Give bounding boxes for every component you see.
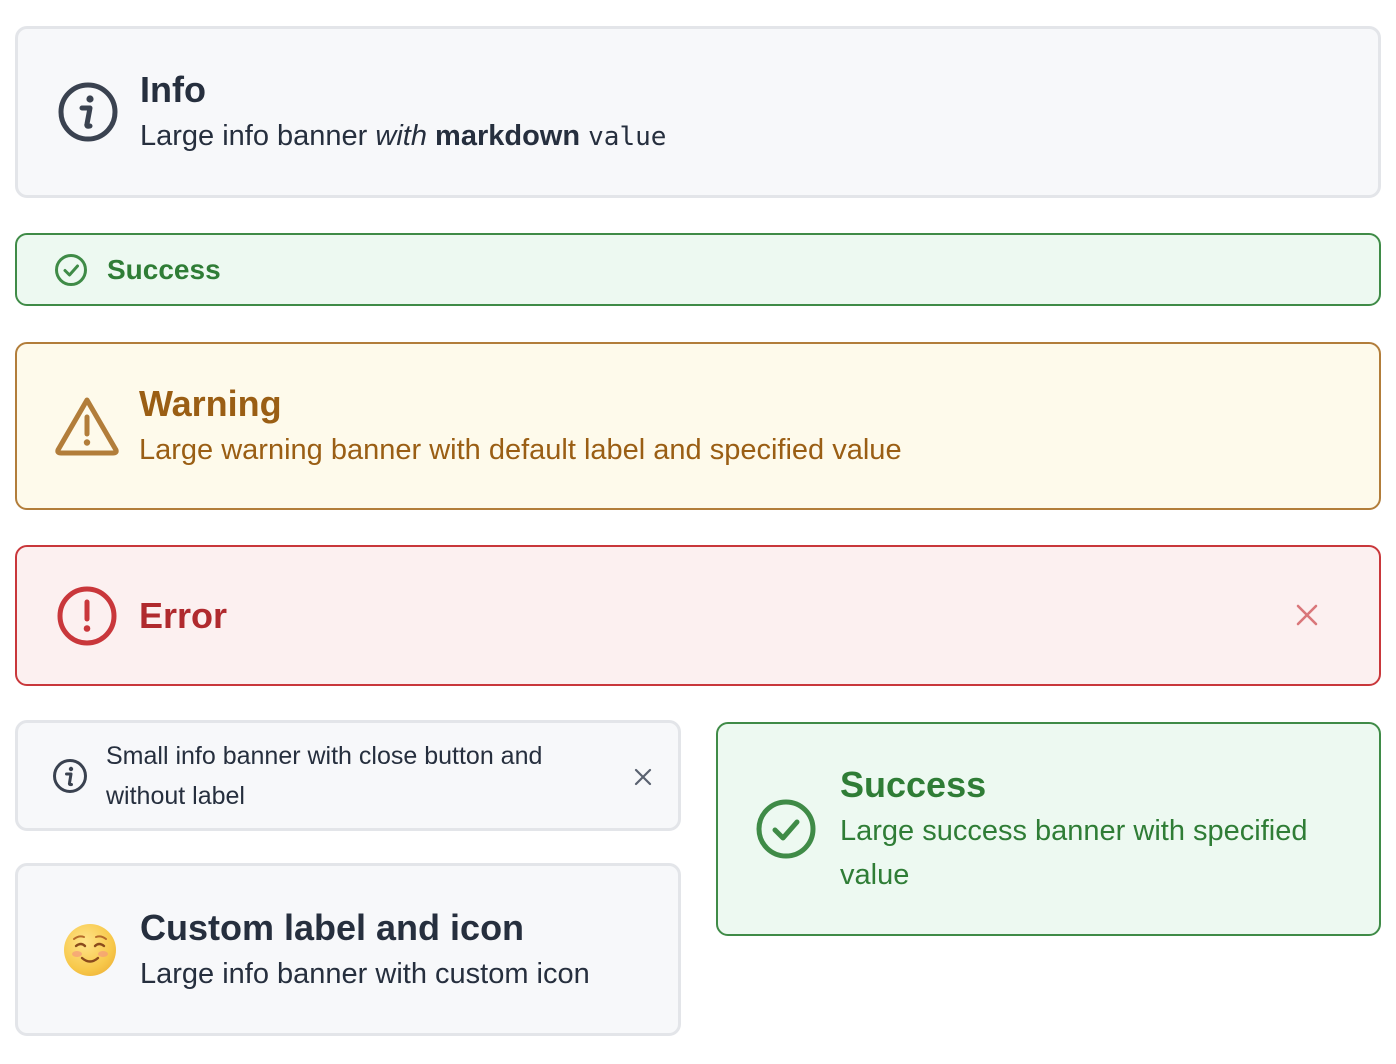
success-large-label: Success — [840, 764, 987, 805]
close-icon[interactable] — [633, 767, 653, 787]
check-circle-icon — [53, 253, 89, 287]
info-banner: Info Large info banner with markdown val… — [15, 26, 1381, 198]
success-small-label: Success — [107, 253, 221, 285]
warning-banner-label: Warning — [139, 383, 282, 424]
success-small-banner: Success — [15, 233, 1381, 306]
error-circle-icon — [55, 585, 119, 647]
warning-triangle-icon — [53, 395, 121, 457]
info-small-banner: Small info banner with close button and … — [15, 720, 681, 831]
success-large-value: Large success banner with specified valu… — [840, 815, 1308, 891]
check-circle-icon — [754, 798, 818, 860]
warning-banner-value: Large warning banner with default label … — [139, 434, 902, 466]
warning-banner: Warning Large warning banner with defaul… — [15, 342, 1381, 510]
error-banner: Error — [15, 545, 1381, 686]
info-banner-label: Info — [140, 68, 206, 110]
close-icon[interactable] — [1295, 603, 1319, 627]
custom-banner-label: Custom label and icon — [140, 906, 525, 948]
info-banner-value: Large info banner with markdown value — [140, 119, 667, 152]
info-circle-icon — [52, 758, 88, 794]
info-circle-icon — [56, 81, 120, 143]
success-large-banner: Success Large success banner with specif… — [716, 722, 1381, 936]
custom-banner-value: Large info banner with custom icon — [140, 957, 590, 990]
smiling-face-emoji-icon — [62, 923, 118, 976]
error-banner-label: Error — [139, 594, 228, 636]
info-small-value: Small info banner with close button and … — [106, 741, 543, 810]
custom-banner: Custom label and icon Large info banner … — [15, 863, 681, 1036]
